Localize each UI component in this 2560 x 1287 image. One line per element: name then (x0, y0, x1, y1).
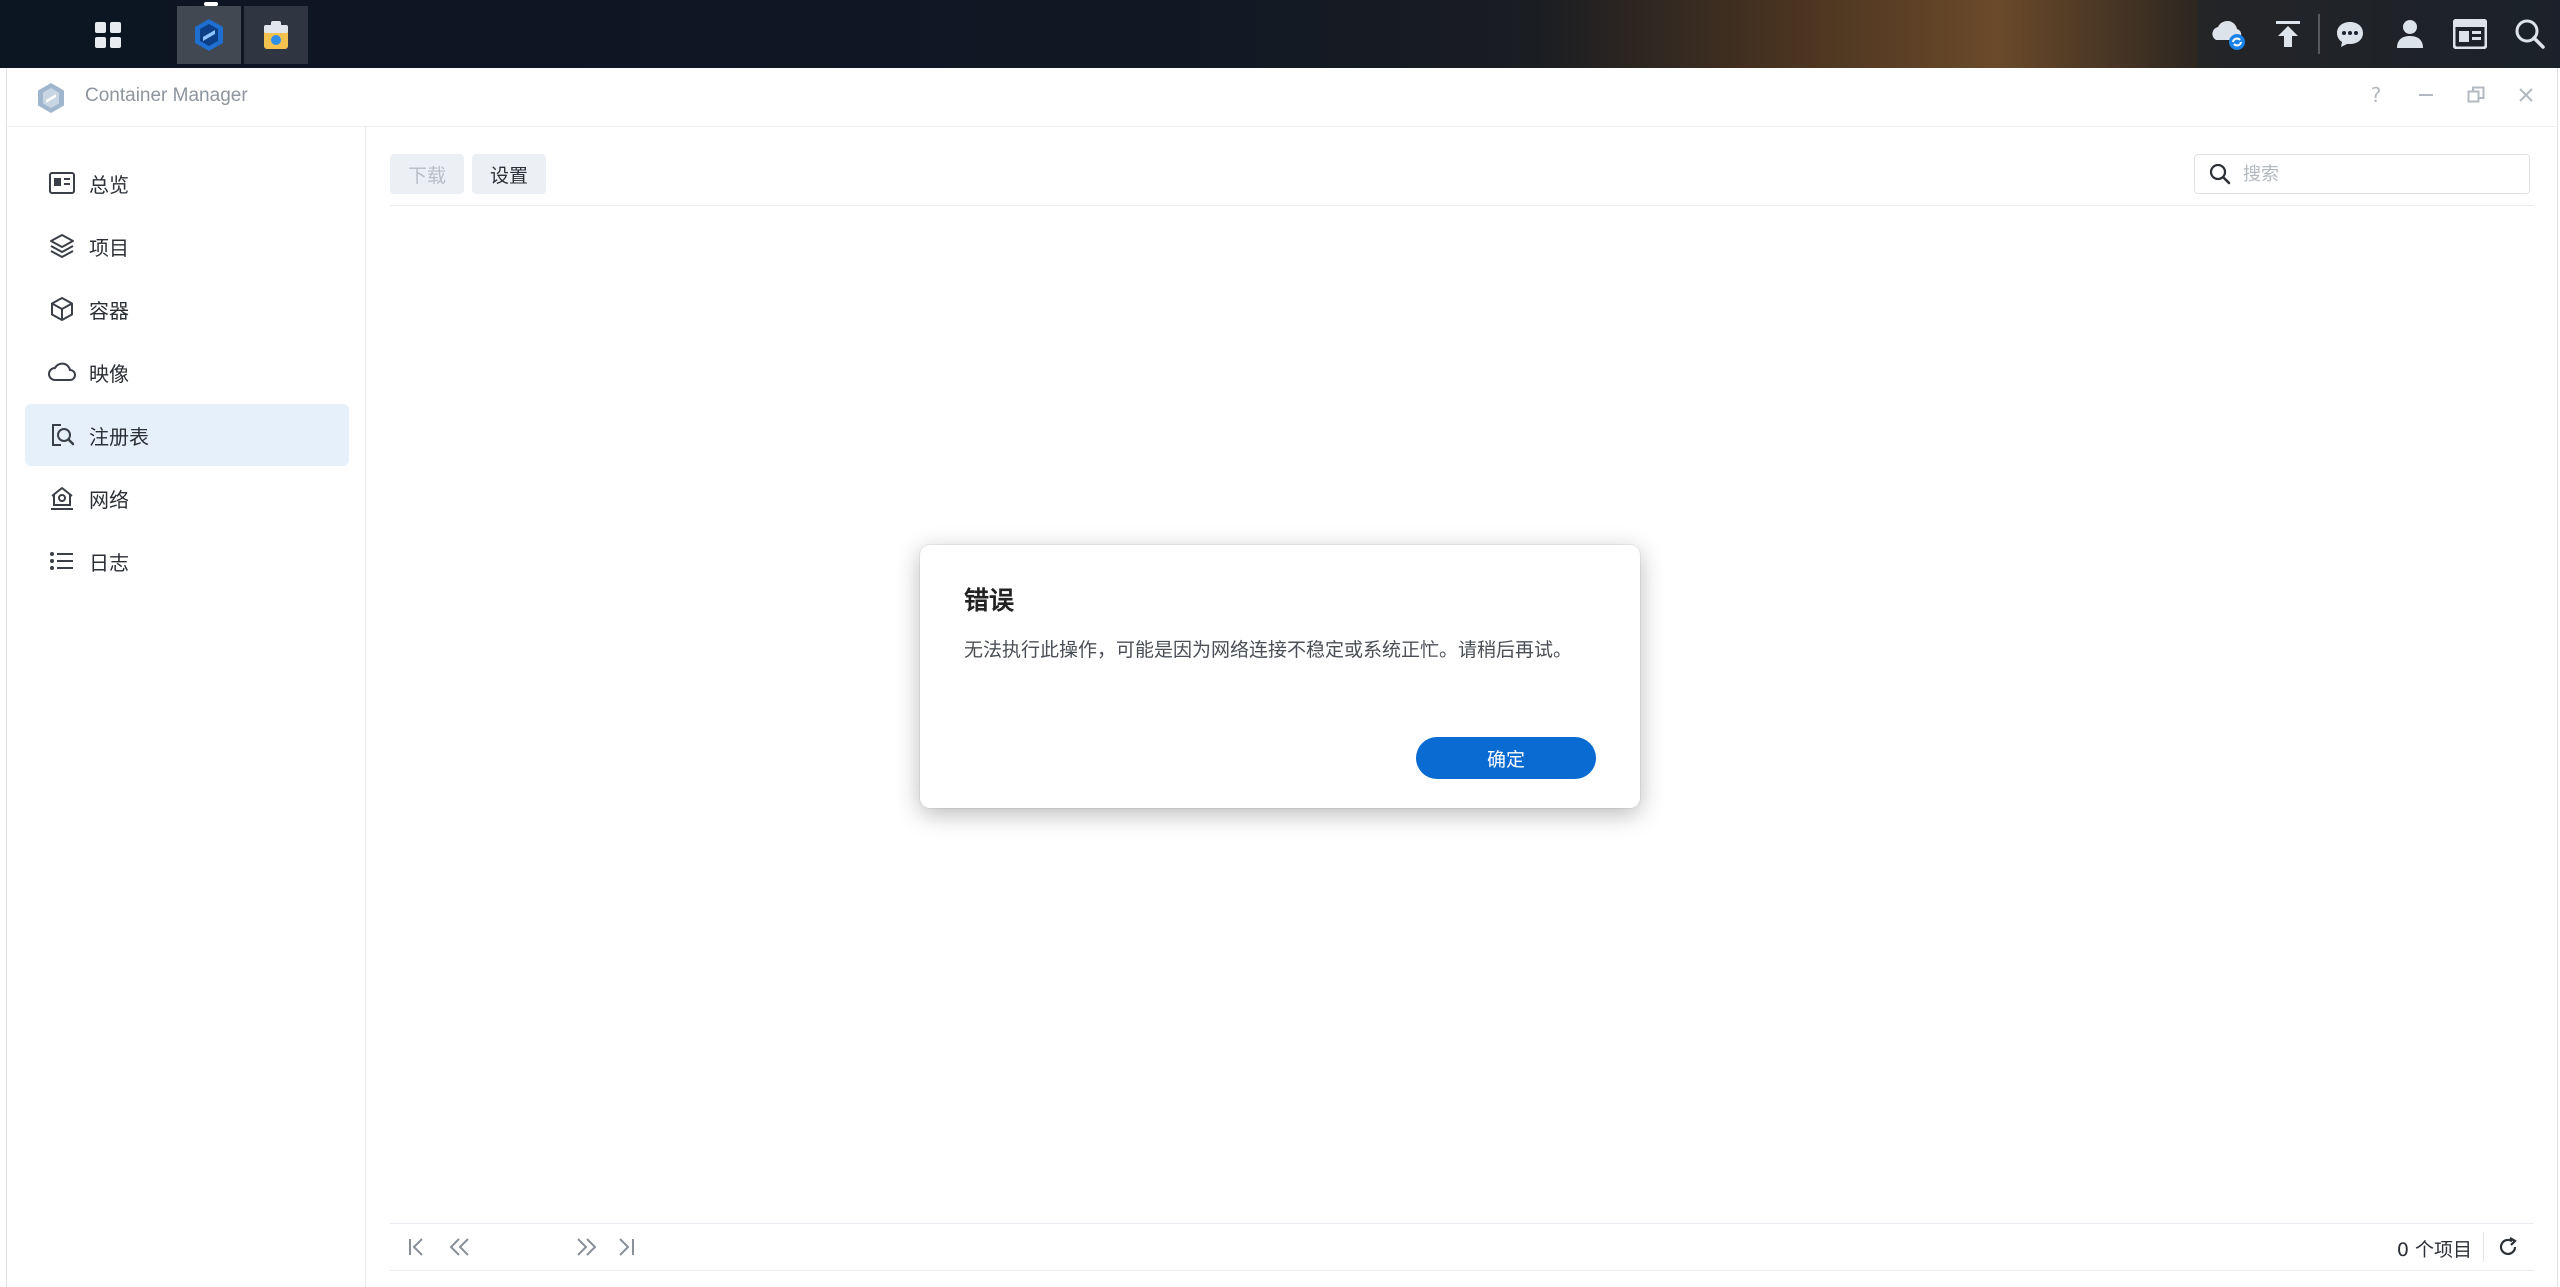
download-button[interactable]: 下载 (390, 154, 465, 194)
widgets-icon (2453, 19, 2487, 49)
search-input[interactable] (2241, 162, 2515, 186)
sidebar-item-registry[interactable]: 注册表 (25, 404, 349, 466)
cloud-icon (47, 357, 77, 387)
global-search-button[interactable] (2500, 0, 2560, 68)
sidebar-item-label: 容器 (89, 298, 129, 323)
sidebar-item-overview[interactable]: 总览 (25, 152, 349, 214)
user-button[interactable] (2380, 0, 2440, 68)
apps-grid-icon (95, 22, 121, 48)
item-count: 0 个项目 (2396, 1239, 2472, 1261)
last-page-icon[interactable] (612, 1234, 640, 1260)
dialog-message: 无法执行此操作，可能是因为网络连接不稳定或系统正忙。请稍后再试。 (964, 639, 1573, 661)
package-center-icon (264, 21, 288, 49)
sidebar-item-label: 注册表 (89, 424, 149, 449)
close-icon[interactable] (2511, 80, 2541, 110)
previous-page-icon[interactable] (446, 1234, 474, 1260)
system-tray (2198, 0, 2560, 68)
user-icon (2397, 20, 2423, 48)
container-manager-icon (195, 19, 223, 51)
next-page-icon[interactable] (572, 1234, 600, 1260)
dialog-title: 错误 (964, 586, 1015, 615)
refresh-icon[interactable] (2494, 1234, 2522, 1260)
pagination-bar: 0 个项目 (390, 1223, 2534, 1271)
restore-icon[interactable] (2461, 80, 2491, 110)
sidebar: 总览 项目 容器 映像 注册表 网络 日志 (7, 126, 366, 1287)
window-title: Container Manager (85, 85, 248, 106)
upload-icon (2276, 21, 2300, 47)
container-manager-logo-icon (38, 83, 64, 113)
search-icon (2209, 162, 2233, 186)
window-controls: ? (2361, 80, 2541, 110)
main-toolbar: 下载 设置 (390, 154, 547, 194)
sidebar-item-label: 总览 (89, 172, 129, 197)
taskbar-package-center[interactable] (244, 6, 308, 64)
pager-divider (2483, 1232, 2484, 1262)
sidebar-item-label: 映像 (89, 361, 129, 386)
cube-icon (47, 294, 77, 324)
search-box (2194, 154, 2530, 194)
error-dialog: 错误 无法执行此操作，可能是因为网络连接不稳定或系统正忙。请稍后再试。 确定 (920, 545, 1640, 808)
settings-button[interactable]: 设置 (472, 154, 547, 194)
sidebar-item-label: 日志 (89, 550, 129, 575)
first-page-icon[interactable] (404, 1234, 432, 1260)
sidebar-item-network[interactable]: 网络 (25, 467, 349, 529)
window-titlebar[interactable]: Container Manager ? (7, 68, 2557, 127)
chat-icon (2337, 22, 2363, 47)
sidebar-item-label: 项目 (89, 235, 129, 260)
overview-icon (47, 168, 77, 198)
sidebar-item-logs[interactable]: 日志 (25, 530, 349, 592)
registry-search-icon (47, 420, 77, 450)
layers-icon (47, 231, 77, 261)
widgets-button[interactable] (2440, 0, 2500, 68)
network-house-icon (47, 483, 77, 513)
search-icon (2515, 19, 2545, 49)
upload-button[interactable] (2258, 0, 2318, 68)
sidebar-item-containers[interactable]: 容器 (25, 278, 349, 340)
cloud-sync-icon (2212, 20, 2245, 50)
sidebar-item-projects[interactable]: 项目 (25, 215, 349, 277)
taskbar-container-manager[interactable] (177, 6, 241, 64)
ok-button[interactable]: 确定 (1416, 737, 1596, 779)
toolbar-divider (390, 205, 2534, 206)
chat-button[interactable] (2320, 0, 2380, 68)
sidebar-item-label: 网络 (89, 487, 129, 512)
minimize-icon[interactable] (2411, 80, 2441, 110)
cloud-sync-button[interactable] (2198, 0, 2258, 68)
main-menu-button[interactable] (76, 6, 140, 64)
sidebar-item-images[interactable]: 映像 (25, 341, 349, 403)
taskbar (0, 0, 2560, 68)
list-icon (47, 546, 77, 576)
help-icon[interactable]: ? (2361, 80, 2391, 110)
